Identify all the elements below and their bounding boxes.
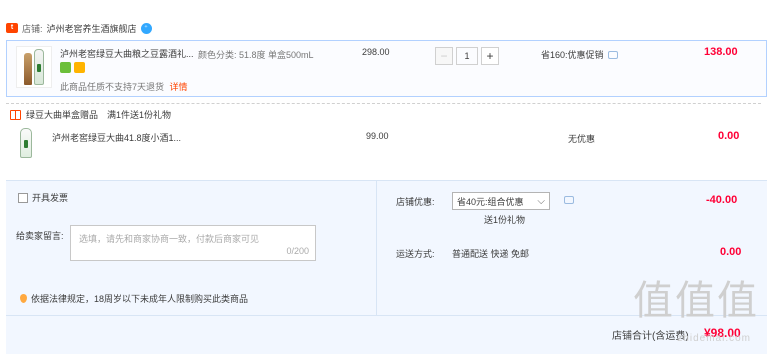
shop-discount-amount: -40.00: [706, 194, 738, 206]
location-pin-icon: [20, 294, 27, 303]
product-title-link[interactable]: 泸州老窖绿豆大曲粮之豆露酒礼...: [60, 47, 194, 60]
invoice-option[interactable]: 开具发票: [18, 191, 68, 204]
policy-details-link[interactable]: 详情: [170, 82, 188, 92]
age-notice: 依据法律规定，18周岁以下未成年人限制购买此类商品: [20, 292, 248, 305]
bottle-image: [34, 49, 44, 85]
item-promo: 省160:优惠促销: [541, 48, 618, 61]
increase-qty-button[interactable]: +: [481, 47, 499, 65]
shop-header: t 店铺: 泸州老窖养生酒旗舰店 ⁺: [6, 18, 152, 38]
unit-price: 298.00: [362, 47, 390, 57]
shop-discount-selected: 省40元:组合优惠: [457, 196, 524, 207]
gift-title-link[interactable]: 泸州老窖绿豆大曲41.8度小酒1...: [52, 131, 181, 144]
item-subtotal: 138.00: [704, 46, 738, 58]
invoice-label: 开具发票: [32, 193, 69, 203]
credit-card-icon: [74, 62, 85, 73]
message-char-counter: 0/200: [286, 246, 309, 256]
gift-unit-price: 99.00: [366, 131, 389, 141]
chat-bubble-icon[interactable]: [564, 196, 574, 204]
watermark: 值值值: [633, 278, 759, 324]
gift-label: 绿豆大曲単盒赠品: [26, 110, 99, 120]
service-guarantee-icon: [60, 62, 71, 73]
shop-discount-select[interactable]: 省40元:组合优惠 ⌵: [452, 192, 550, 210]
promo-text: 省160:优惠促销: [541, 50, 604, 60]
bottle-image: [20, 128, 32, 158]
decrease-qty-button[interactable]: −: [435, 47, 453, 65]
gift-rule: 满1件送1份礼物: [107, 110, 172, 120]
product-thumbnail[interactable]: [16, 46, 52, 88]
gift-thumbnail[interactable]: [18, 128, 34, 158]
shop-label: 店铺:: [22, 23, 43, 34]
service-icons: [60, 62, 85, 73]
shop-name-link[interactable]: 泸州老窖养生酒旗舰店: [47, 22, 137, 35]
gift-icon: [10, 109, 21, 120]
shipping-label: 运送方式:: [396, 249, 435, 259]
shop-discount-label: 店铺优惠:: [396, 197, 435, 207]
gift-promo: 无优惠: [568, 134, 596, 144]
message-label: 给卖家留言:: [16, 231, 64, 241]
gift-subtotal: 0.00: [718, 130, 740, 142]
quantity-stepper: − 1 +: [435, 47, 499, 65]
wangwang-icon[interactable]: ⁺: [140, 22, 152, 34]
divider: [6, 103, 761, 104]
divider: [376, 180, 377, 315]
message-placeholder: 选填，请先和商家协商一致，付款后商家可见: [79, 234, 260, 244]
shipping-amount: 0.00: [720, 246, 742, 258]
chevron-down-icon: ⌵: [537, 195, 545, 207]
age-notice-text: 依据法律规定，18周岁以下未成年人限制购买此类商品: [31, 294, 249, 304]
quantity-input[interactable]: 1: [456, 47, 478, 65]
shipping-method: 普通配送 快递 免邮: [452, 249, 530, 259]
shop-discount-gift-note: 送1份礼物: [484, 215, 526, 225]
watermark-url: zhidemai.com: [677, 333, 751, 344]
invoice-checkbox[interactable]: [18, 192, 28, 203]
product-spec: 颜色分类: 51.8度 单盒500mL: [198, 50, 314, 60]
gift-header: 绿豆大曲単盒赠品 满1件送1份礼物: [10, 108, 171, 121]
return-policy-text: 此商品任质不支持7天退货: [60, 82, 165, 92]
bottle-image: [24, 53, 32, 85]
seller-message-input[interactable]: 选填，请先和商家协商一致，付款后商家可见 0/200: [70, 225, 316, 261]
chat-bubble-icon[interactable]: [607, 50, 618, 59]
tmall-icon: t: [6, 23, 18, 33]
return-policy-note: 此商品任质不支持7天退货 详情: [60, 80, 188, 93]
